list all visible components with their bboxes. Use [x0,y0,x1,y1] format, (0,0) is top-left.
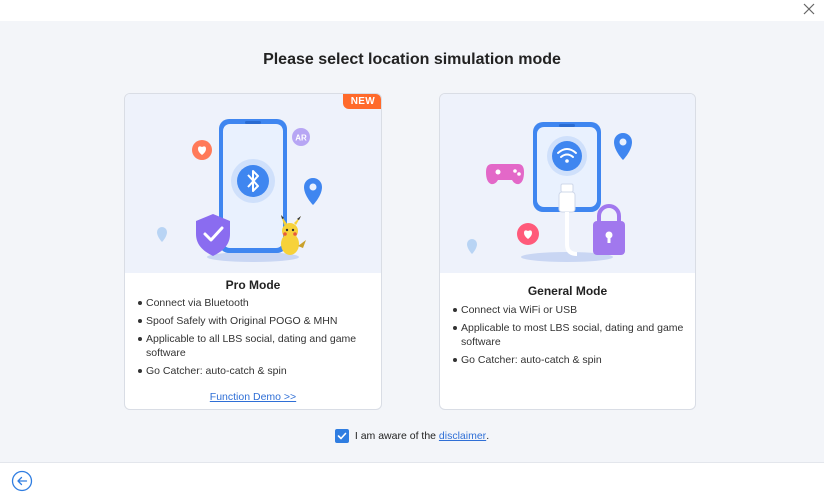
heart-icon [517,223,539,245]
location-pin-icon [304,178,322,205]
feature-item: Applicable to all LBS social, dating and… [137,332,369,360]
disclaimer-agreement: I am aware of the disclaimer . [0,429,824,443]
pro-mode-title: Pro Mode [225,278,281,292]
feature-item: Connect via WiFi or USB [452,303,684,317]
feature-item: Connect via Bluetooth [137,296,369,310]
disclaimer-link[interactable]: disclaimer [439,430,486,442]
pro-mode-card[interactable]: AR NEW Pro Mode Connect via Bluetooth Sp… [124,93,382,410]
pro-mode-features: Connect via Bluetooth Spoof Safely with … [137,296,369,382]
wifi-icon [547,136,587,176]
location-pin-icon [614,133,632,160]
bluetooth-icon [231,159,275,203]
general-mode-card[interactable]: General Mode Connect via WiFi or USB App… [439,93,696,410]
function-demo-link[interactable]: Function Demo >> [125,391,381,403]
close-icon [803,3,815,15]
back-button[interactable] [11,470,33,492]
pro-mode-illustration: AR [125,94,381,273]
general-mode-illustration [440,94,695,273]
new-badge: NEW [342,94,381,109]
heart-icon [192,140,212,160]
mode-selection-panel: Please select location simulation mode A… [0,21,824,463]
page-title: Please select location simulation mode [263,51,561,68]
disclaimer-checkbox[interactable] [334,429,349,443]
svg-text:AR: AR [295,134,307,143]
gamepad-icon [486,164,524,185]
feature-item: Spoof Safely with Original POGO & MHN [137,314,369,328]
close-button[interactable] [800,0,818,18]
general-mode-features: Connect via WiFi or USB Applicable to mo… [452,303,684,371]
feature-item: Go Catcher: auto-catch & spin [452,353,684,367]
ar-icon: AR [292,128,310,146]
agreement-text: I am aware of the [354,430,439,442]
usb-cable-icon [558,183,578,256]
back-arrow-circle-icon [11,470,33,492]
feature-item: Applicable to most LBS social, dating an… [452,321,684,349]
checkmark-icon [337,432,347,440]
lock-icon [593,204,625,255]
dialog-top-bar [0,0,824,21]
feature-item: Go Catcher: auto-catch & spin [137,364,369,378]
pikachu-icon [281,215,306,255]
general-mode-title: General Mode [527,284,608,298]
agreement-suffix: . [486,430,490,442]
